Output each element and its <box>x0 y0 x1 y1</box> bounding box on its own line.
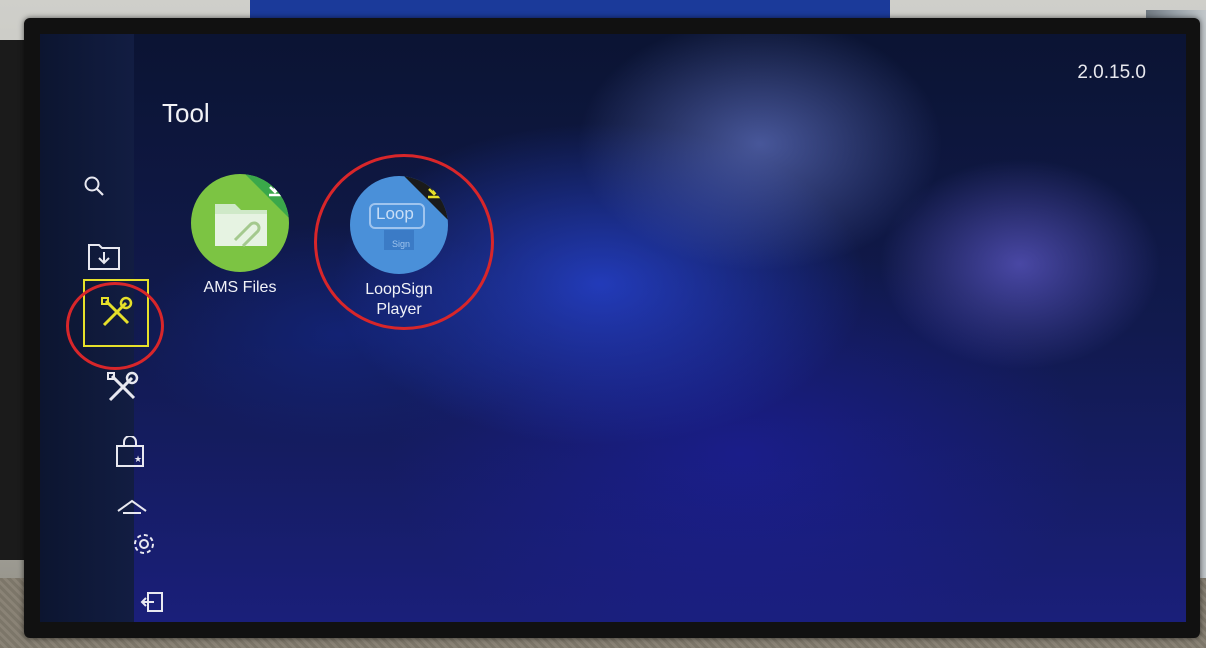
page-title: Tool <box>162 98 210 128</box>
exit-icon[interactable] <box>132 582 172 622</box>
store-bag-icon[interactable]: ★ <box>110 432 150 472</box>
cast-icon[interactable] <box>112 486 152 526</box>
gear-icon[interactable] <box>124 524 164 564</box>
svg-text:★: ★ <box>134 455 142 465</box>
launcher-screen: ★ 2.0.15.0 Tool AMS Files Loop Sign Loop… <box>40 34 1186 622</box>
app-ams-files[interactable]: AMS Files <box>185 174 295 298</box>
annotation-circle-app <box>314 154 494 330</box>
version-label: 2.0.15.0 <box>1077 62 1146 83</box>
annotation-circle-sidebar <box>66 282 164 370</box>
folder-icon <box>191 174 289 272</box>
sidebar: ★ <box>40 34 164 622</box>
search-icon[interactable] <box>74 166 114 206</box>
background-monitor <box>250 0 890 20</box>
download-folder-icon[interactable] <box>84 236 124 276</box>
app-label: AMS Files <box>203 279 277 296</box>
tools-icon[interactable] <box>102 368 142 408</box>
